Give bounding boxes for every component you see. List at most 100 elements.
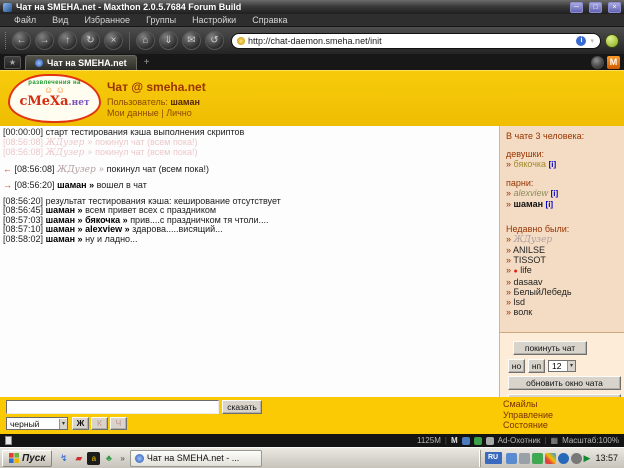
chevron-down-icon[interactable]: ▾ (59, 419, 67, 429)
message-time: [08:56:20] (3, 196, 43, 206)
menu-item[interactable]: Вид (44, 15, 76, 25)
maxthon-m-badge[interactable]: M (607, 56, 620, 69)
menu-item[interactable]: Группы (138, 15, 184, 25)
toolbar-grip[interactable] (5, 32, 7, 49)
language-indicator[interactable]: RU (485, 452, 502, 464)
play-tray-icon[interactable]: ▶ (584, 453, 591, 464)
message-time: [08:56:08] (15, 164, 55, 174)
bullet-icon: » (506, 255, 511, 265)
bold-button[interactable]: Ж (72, 417, 89, 430)
quick-launch-icon-1[interactable]: ↯ (57, 452, 70, 465)
quick-launch-icon-2[interactable]: ▰ (72, 452, 85, 465)
private-link[interactable]: Лично (166, 108, 192, 118)
user-name[interactable]: lsd (514, 297, 526, 307)
say-button[interactable]: сказать (222, 400, 262, 414)
info-icon[interactable]: i (576, 36, 586, 46)
back-button[interactable]: ← (12, 31, 31, 50)
tray-icon-1[interactable] (506, 453, 517, 464)
favorites-star-icon[interactable]: ★ (4, 56, 21, 69)
message-target: alexview » (85, 224, 130, 234)
text-color-select[interactable]: черный ▾ (6, 417, 68, 430)
toolbar-separator (129, 32, 130, 50)
statusbar-separator: | (544, 436, 546, 445)
start-button[interactable]: Пуск (2, 450, 52, 467)
quick-launch-icon-3[interactable]: a (87, 452, 100, 465)
user-name[interactable]: dasaav (514, 277, 543, 287)
recent-user-item: » ЖДузер (506, 234, 622, 245)
address-bar[interactable]: http://chat-daemon.smeha.net/init i ▾ (231, 33, 601, 49)
stop-button[interactable]: × (104, 31, 123, 50)
user-name[interactable]: ANILSE (513, 245, 545, 255)
tray-icon-2[interactable] (519, 453, 530, 464)
close-button[interactable]: × (608, 2, 621, 13)
menu-item[interactable]: Настройки (184, 15, 244, 25)
status-icon-1[interactable] (462, 437, 470, 445)
address-url[interactable]: http://chat-daemon.smeha.net/init (248, 36, 573, 46)
tray-icon-4[interactable] (545, 453, 556, 464)
bullet-icon: » (506, 307, 511, 317)
message-author: шаман » (46, 224, 83, 234)
menu-item[interactable]: Справка (244, 15, 295, 25)
tray-icon-5[interactable] (558, 453, 569, 464)
address-dropdown-icon[interactable]: ▾ (589, 37, 595, 45)
message-time: [00:00:00] (3, 127, 43, 137)
maxthon-m-indicator[interactable]: M (451, 436, 458, 445)
menu-item[interactable]: Файл (6, 15, 44, 25)
recent-user-item: » ANILSE (506, 245, 622, 255)
status-icon-2[interactable] (474, 437, 482, 445)
minimize-button[interactable]: ─ (570, 2, 583, 13)
tray-icon-3[interactable] (532, 453, 543, 464)
user-name[interactable]: шаман (514, 199, 544, 209)
download-button[interactable]: ⇓ (159, 31, 178, 50)
user-red-dot-icon: ● (514, 268, 518, 275)
user-info-link[interactable]: [i] (549, 160, 557, 169)
user-name[interactable]: life (520, 265, 532, 275)
message-input[interactable] (6, 400, 219, 414)
mail-button[interactable]: ✉ (182, 31, 201, 50)
zoom-level[interactable]: Масштаб:100% (562, 436, 619, 445)
chat-message-area[interactable]: [00:00:00] старт тестирования кэша выпол… (0, 126, 499, 397)
home-button[interactable]: ⌂ (136, 31, 155, 50)
go-button[interactable] (605, 34, 619, 48)
chevron-down-icon[interactable]: ▾ (567, 361, 575, 371)
new-tab-button[interactable]: + (141, 56, 153, 69)
np-toggle-button[interactable]: нп (528, 359, 545, 373)
composer-link[interactable]: Состояние (503, 420, 553, 431)
user-name[interactable]: TISSOT (513, 255, 546, 265)
no-toggle-button[interactable]: но (508, 359, 525, 373)
composer-link[interactable]: Управление (503, 410, 553, 421)
quick-launch-chevron-icon[interactable]: » (118, 454, 126, 463)
history-button[interactable]: ↺ (205, 31, 224, 50)
user-name[interactable]: БелыйЛебедь (514, 287, 572, 297)
recent-list: » ЖДузер » ANILSE » TISSOT » (506, 234, 622, 317)
user-name[interactable]: бякочка (514, 159, 547, 169)
page-title: Чат @ smeha.net (107, 80, 206, 94)
maximize-button[interactable]: □ (589, 2, 602, 13)
user-info-link[interactable]: [i] (551, 189, 559, 198)
forward-button[interactable]: → (35, 31, 54, 50)
font-size-select[interactable]: 12 ▾ (548, 360, 576, 372)
italic-button[interactable]: К (91, 417, 108, 430)
user-name[interactable]: alexview (514, 188, 549, 198)
taskbar-task-button[interactable]: Чат на SMEHA.net - ... (130, 450, 262, 467)
message-author: шаман » (57, 180, 94, 190)
status-icon-3[interactable] (486, 437, 494, 445)
tab-favicon (35, 59, 43, 67)
user-info-link[interactable]: [i] (546, 200, 554, 209)
tray-icon-6[interactable] (571, 453, 582, 464)
user-name[interactable]: волк (514, 307, 533, 317)
quick-launch-icon-4[interactable]: ♣ (102, 452, 115, 465)
user-name[interactable]: ЖДузер (514, 235, 553, 245)
smeha-logo: развлечения на ☺ ☺ сМеХа.нет (8, 74, 101, 123)
tab-chat[interactable]: Чат на SMEHA.net (25, 55, 137, 70)
refresh-chat-button[interactable]: обновить окно чата (508, 376, 621, 390)
ad-hunter-label[interactable]: Ad-Охотник (498, 436, 541, 445)
leave-chat-button[interactable]: покинуть чат (513, 341, 587, 355)
up-button[interactable]: ↑ (58, 31, 77, 50)
menu-item[interactable]: Избранное (76, 15, 138, 25)
refresh-button[interactable]: ↻ (81, 31, 100, 50)
my-data-link[interactable]: Мои данные (107, 108, 159, 118)
underline-button[interactable]: Ч (110, 417, 127, 430)
plugin-icon[interactable] (591, 56, 604, 69)
composer-link[interactable]: Смайлы (503, 399, 553, 410)
